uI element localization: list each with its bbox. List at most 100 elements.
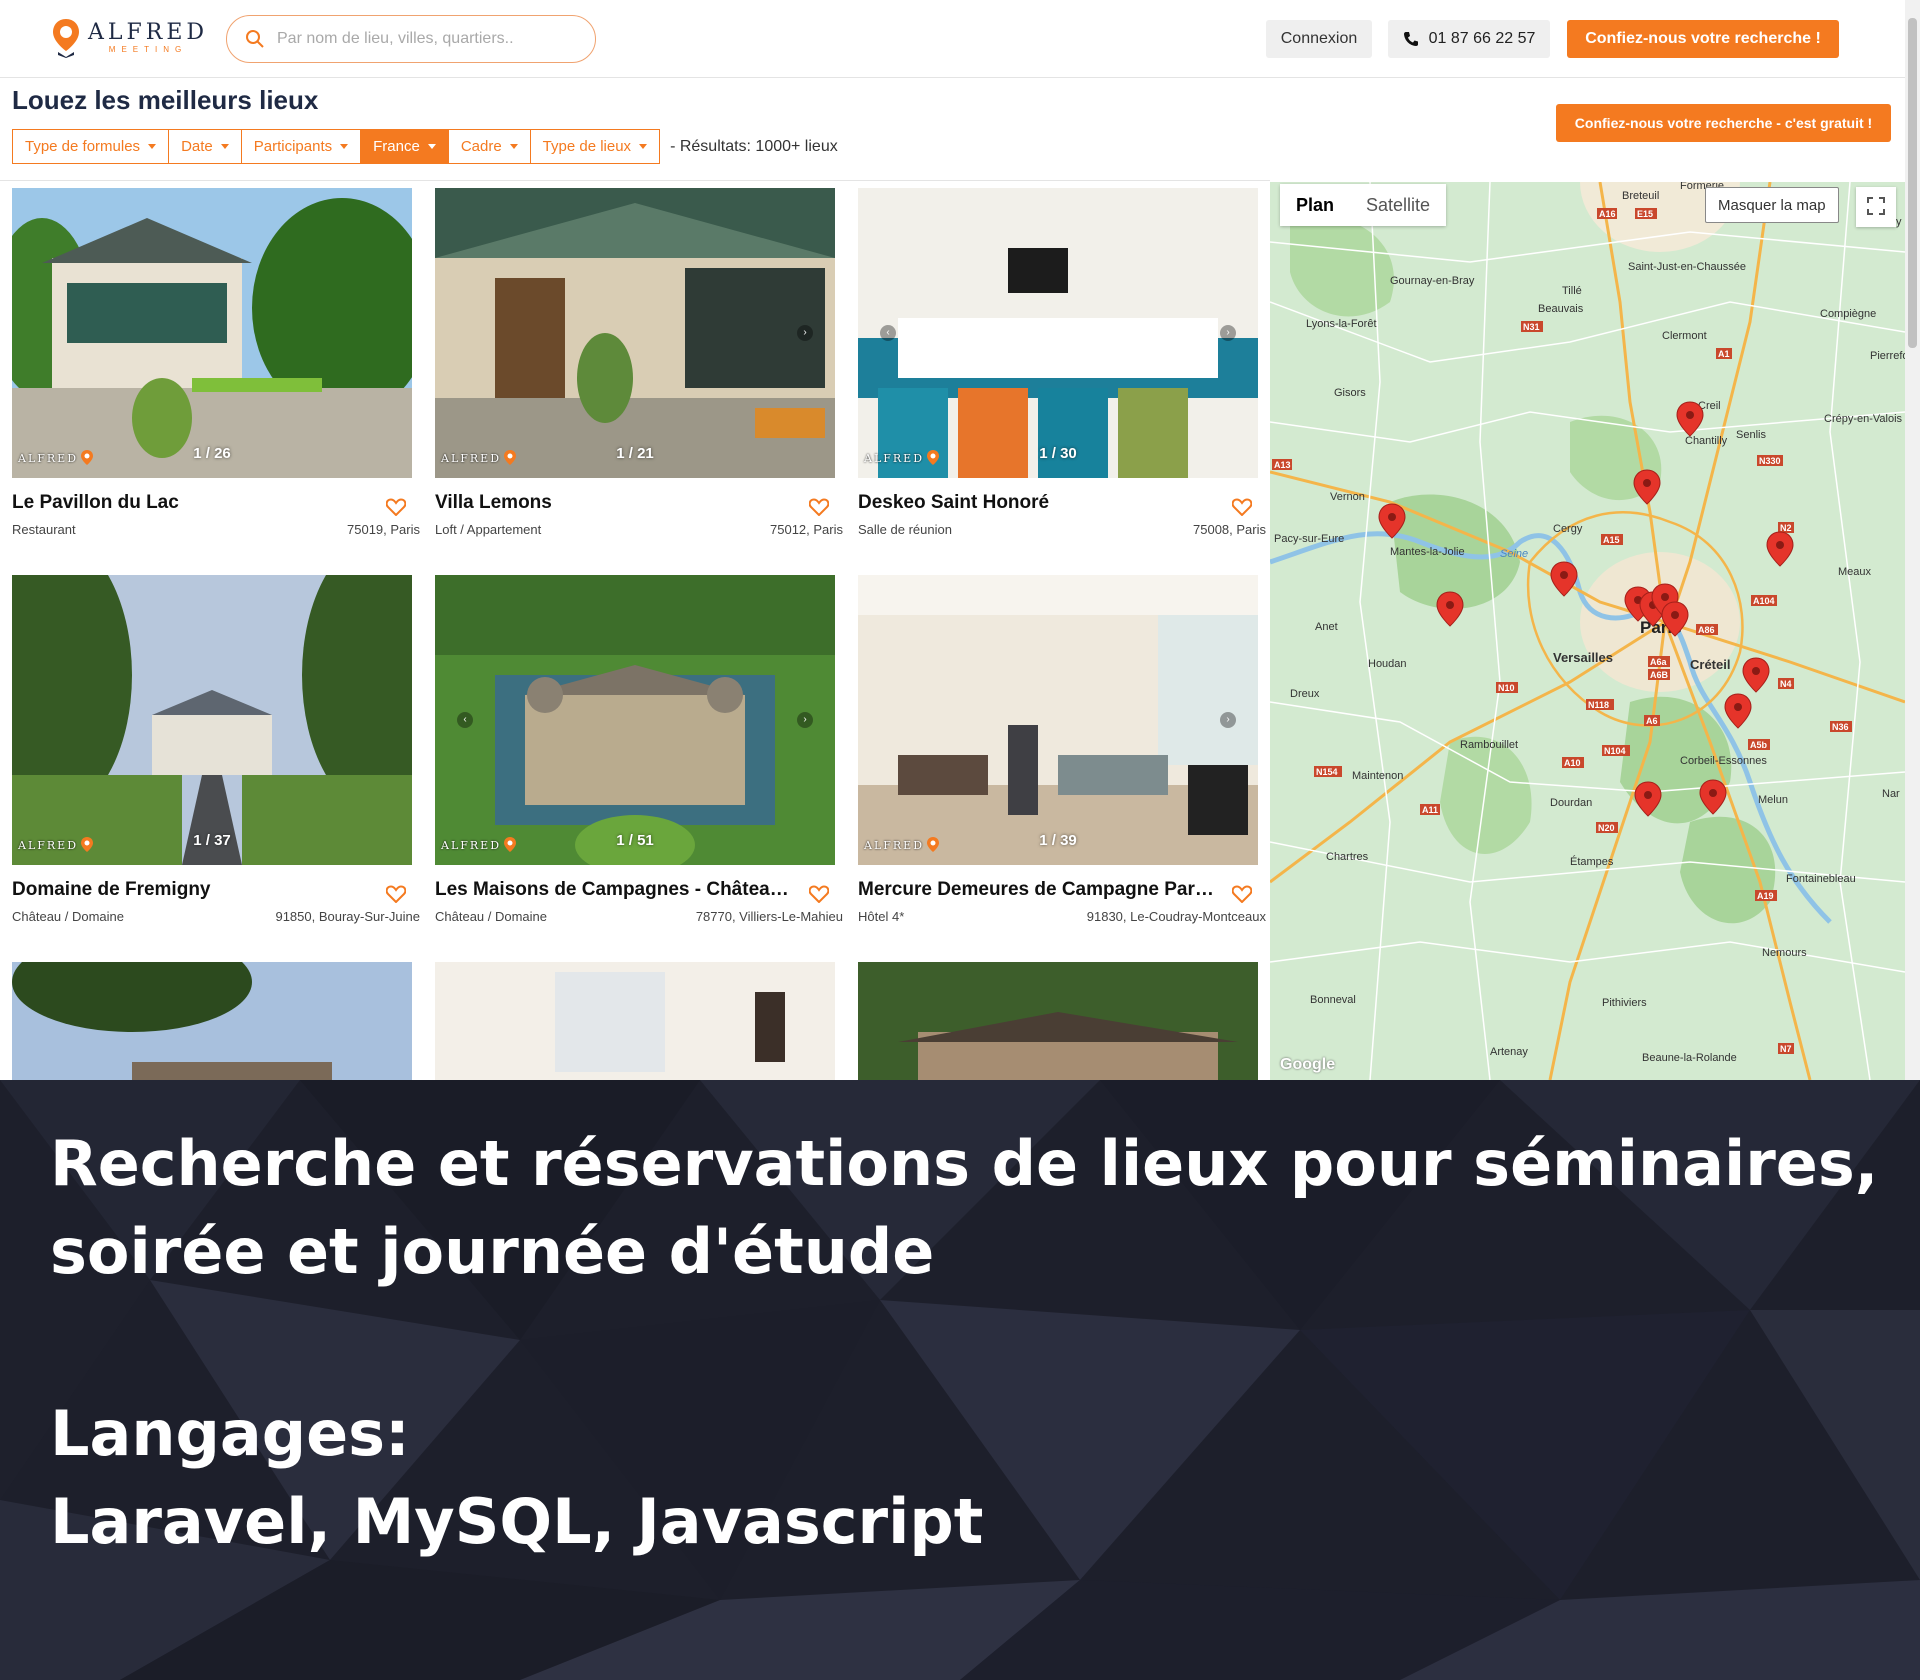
venue-card[interactable]: ALFRED 1 / 21 › Villa Lemons Loft / Appa… <box>435 188 843 540</box>
caret-down-icon <box>509 144 518 149</box>
venue-type: Château / Domaine <box>435 909 548 924</box>
venue-marker[interactable] <box>1699 779 1727 815</box>
heart-icon[interactable] <box>1232 885 1252 903</box>
hide-map-button[interactable]: Masquer la map <box>1705 187 1839 223</box>
filter-participants[interactable]: Participants <box>240 129 362 164</box>
logo-subtitle: MEETING <box>108 45 188 54</box>
map-markers[interactable] <box>1270 182 1905 1080</box>
scrollbar-thumb[interactable] <box>1908 18 1917 348</box>
venue-photo[interactable]: ALFRED 1 / 30 ‹ › <box>858 188 1258 478</box>
heart-icon[interactable] <box>386 885 406 903</box>
venue-photo[interactable] <box>435 962 835 1080</box>
results-count: - Résultats: 1000+ lieux <box>670 137 838 155</box>
venue-marker[interactable] <box>1676 401 1704 437</box>
confiez-nous-gratuit-button[interactable]: Confiez-nous votre recherche - c'est gra… <box>1556 104 1891 142</box>
courtyard-photo <box>435 188 835 478</box>
alfred-logo[interactable]: ALFRED MEETING <box>52 18 208 58</box>
heart-icon[interactable] <box>1232 498 1252 516</box>
caret-down-icon <box>220 144 229 149</box>
banner-languages-label: Langages: <box>50 1397 410 1470</box>
venue-location: 75019, Paris <box>347 522 420 537</box>
venue-title[interactable]: Deskeo Saint Honoré <box>858 492 1218 514</box>
photo-counter: 1 / 51 <box>616 832 654 849</box>
photo-counter: 1 / 21 <box>616 445 654 462</box>
filter-type-de-formules[interactable]: Type de formules <box>12 129 170 164</box>
filter-label: Participants <box>253 138 333 155</box>
fullscreen-button[interactable] <box>1856 187 1896 227</box>
banner-headline-line2: soirée et journée d'étude <box>50 1215 935 1288</box>
page-scrollbar[interactable] <box>1905 0 1920 1080</box>
next-photo-arrow[interactable]: › <box>797 325 813 341</box>
venue-photo[interactable]: ALFRED 1 / 51 ‹ › <box>435 575 835 865</box>
heart-icon[interactable] <box>386 498 406 516</box>
venue-photo[interactable]: ALFRED 1 / 37 <box>12 575 412 865</box>
venue-card[interactable]: ALFRED 1 / 30 ‹ › Deskeo Saint Honoré Sa… <box>858 188 1266 540</box>
photo-counter: 1 / 30 <box>1039 445 1077 462</box>
map-satellite-button[interactable]: Satellite <box>1350 184 1447 226</box>
phone-icon <box>1403 32 1418 46</box>
venue-location: 91830, Le-Coudray-Montceaux <box>1086 909 1266 924</box>
venue-photo[interactable]: ALFRED 1 / 21 › <box>435 188 835 478</box>
search-box[interactable] <box>226 15 596 63</box>
venue-photo[interactable]: ALFRED 1 / 39 › <box>858 575 1258 865</box>
pavilion-photo <box>12 188 412 478</box>
venue-card[interactable]: ALFRED 1 / 37 Domaine de Fremigny Châtea… <box>12 575 420 927</box>
filter-type-de-lieux[interactable]: Type de lieux <box>529 129 661 164</box>
venue-location: 75008, Paris <box>1193 522 1266 537</box>
fullscreen-icon <box>1867 196 1885 215</box>
venue-title[interactable]: Le Pavillon du Lac <box>12 492 372 514</box>
venue-title[interactable]: Mercure Demeures de Campagne Paris Ouest <box>858 879 1218 901</box>
venue-card[interactable]: ALFRED 1 / 26 Le Pavillon du Lac Restaur… <box>12 188 420 540</box>
filter-bar: Type de formules Date Participants Franc… <box>12 129 838 164</box>
map-type-toggle: Plan Satellite <box>1280 184 1447 226</box>
filter-label: Date <box>181 138 213 155</box>
next-photo-arrow[interactable]: › <box>1220 712 1236 728</box>
venue-marker[interactable] <box>1742 657 1770 693</box>
chateau-road-photo <box>12 575 412 865</box>
venue-marker[interactable] <box>1634 781 1662 817</box>
venue-marker[interactable] <box>1633 469 1661 505</box>
filter-label: Type de formules <box>25 138 141 155</box>
venue-marker[interactable] <box>1378 503 1406 539</box>
filter-date[interactable]: Date <box>168 129 242 164</box>
venue-photo[interactable] <box>12 962 412 1080</box>
prev-photo-arrow[interactable]: ‹ <box>880 325 896 341</box>
next-photo-arrow[interactable]: › <box>797 712 813 728</box>
caret-down-icon <box>340 144 349 149</box>
venue-type: Salle de réunion <box>858 522 952 537</box>
venue-title[interactable]: Les Maisons de Campagnes - Château de Vi… <box>435 879 795 901</box>
venue-card[interactable] <box>858 962 1258 1080</box>
venue-card[interactable] <box>435 962 835 1080</box>
logo-word: ALFRED <box>88 20 209 45</box>
venue-type: Hôtel 4* <box>858 909 905 924</box>
filter-france[interactable]: France <box>360 129 449 164</box>
login-button[interactable]: Connexion <box>1266 20 1372 58</box>
next-photo-arrow[interactable]: › <box>1220 325 1236 341</box>
filter-cadre[interactable]: Cadre <box>447 129 531 164</box>
heart-icon[interactable] <box>809 885 829 903</box>
map-plan-button[interactable]: Plan <box>1280 184 1351 226</box>
venue-marker[interactable] <box>1766 531 1794 567</box>
top-header: ALFRED MEETING Connexion 01 87 66 22 57 … <box>0 0 1905 78</box>
heart-icon[interactable] <box>809 498 829 516</box>
venue-card[interactable]: ALFRED 1 / 39 › Mercure Demeures de Camp… <box>858 575 1266 927</box>
venue-card[interactable]: ALFRED 1 / 51 ‹ › Les Maisons de Campagn… <box>435 575 843 927</box>
venue-photo[interactable] <box>858 962 1258 1080</box>
venue-marker[interactable] <box>1436 591 1464 627</box>
venue-title[interactable]: Villa Lemons <box>435 492 795 514</box>
venue-marker[interactable] <box>1661 601 1689 637</box>
search-icon <box>246 30 264 48</box>
map-panel[interactable]: Breteuil Formerie Saint-Just-en-Chaussée… <box>1270 182 1905 1080</box>
venue-card[interactable] <box>12 962 412 1080</box>
venue-title[interactable]: Domaine de Fremigny <box>12 879 372 901</box>
venue-type: Château / Domaine <box>12 909 125 924</box>
banner-headline-line1: Recherche et réservations de lieux pour … <box>50 1127 1879 1200</box>
venue-photo[interactable]: ALFRED 1 / 26 <box>12 188 412 478</box>
confiez-nous-button[interactable]: Confiez-nous votre recherche ! <box>1567 20 1839 58</box>
search-input[interactable] <box>277 30 577 48</box>
venue-marker[interactable] <box>1550 561 1578 597</box>
prev-photo-arrow[interactable]: ‹ <box>457 712 473 728</box>
venue-marker[interactable] <box>1724 693 1752 729</box>
photo-counter: 1 / 26 <box>193 445 231 462</box>
phone-button[interactable]: 01 87 66 22 57 <box>1388 20 1550 58</box>
